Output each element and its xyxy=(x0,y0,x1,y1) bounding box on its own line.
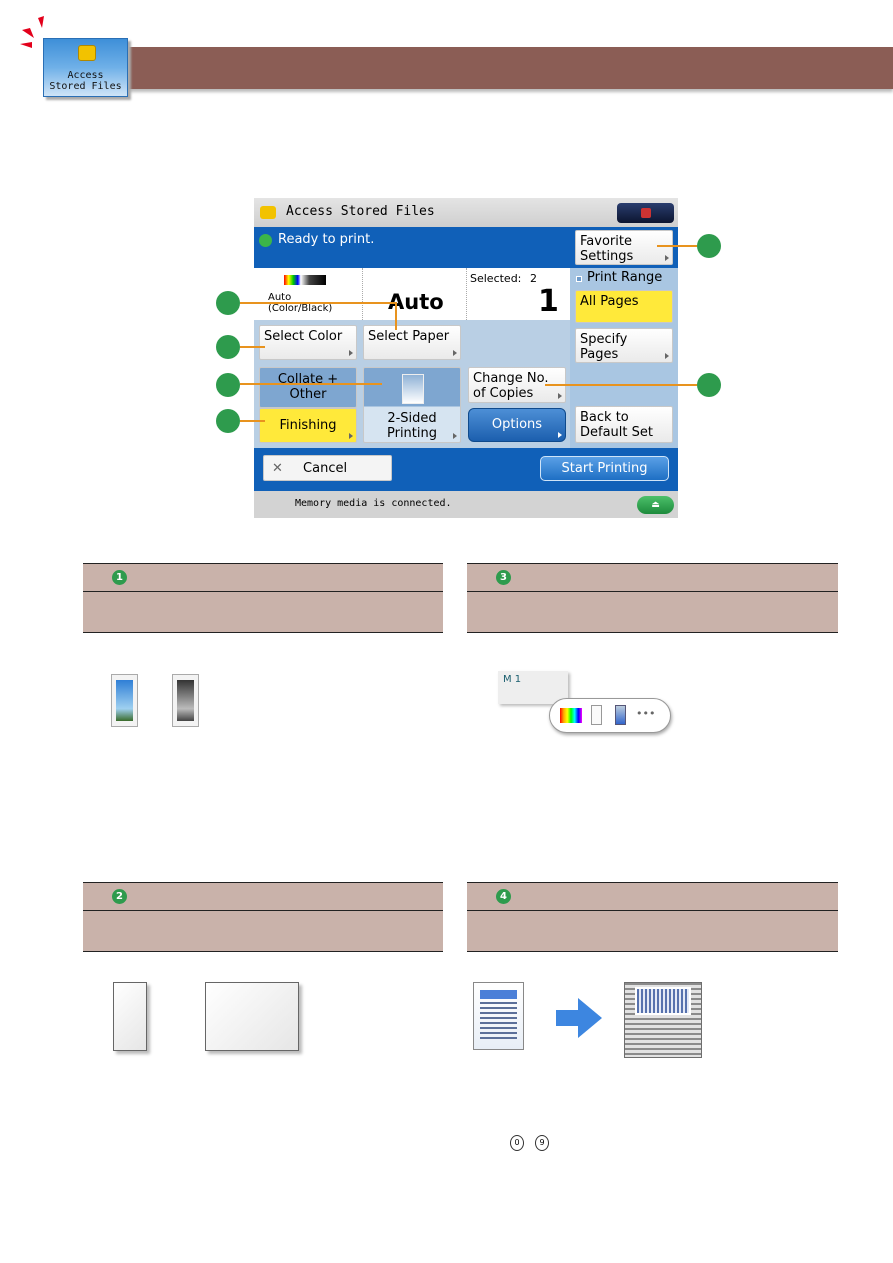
mode-popup: ••• xyxy=(549,698,671,733)
more-icon: ••• xyxy=(636,707,656,720)
label: Back to xyxy=(580,410,629,425)
callout-marker xyxy=(216,373,240,397)
label: of Copies xyxy=(473,386,534,401)
specify-pages-button[interactable]: Specify Pages xyxy=(575,328,673,363)
stored-files-icon xyxy=(260,206,276,219)
status-monitor-button[interactable] xyxy=(617,203,674,223)
divider xyxy=(466,268,467,320)
select-color-button[interactable]: Select Color xyxy=(259,325,357,360)
back-to-default-button[interactable]: Back to Default Set xyxy=(575,406,673,443)
screen-title: Access Stored Files xyxy=(286,204,435,219)
selected-count: 2 xyxy=(530,272,537,285)
callout-marker xyxy=(697,234,721,258)
finishing-button[interactable]: Finishing xyxy=(259,408,357,443)
section-4-table: 4 xyxy=(467,882,838,952)
label: Select Color xyxy=(264,329,343,344)
black-photo-icon xyxy=(172,674,199,727)
leader-line xyxy=(240,383,382,385)
divider xyxy=(362,268,363,320)
two-sided-page-icon xyxy=(402,374,424,404)
color-black-icon xyxy=(284,275,326,285)
footer-status: Memory media is connected. xyxy=(295,498,452,509)
access-stored-files-tile: Access Stored Files xyxy=(43,38,128,97)
arrow-right-icon xyxy=(556,998,604,1042)
color-photo-icon xyxy=(111,674,138,727)
tile-label: Access xyxy=(67,70,104,81)
label: Finishing xyxy=(279,418,337,433)
numeric-key-0-icon: 0 xyxy=(510,1135,524,1151)
paper-icon xyxy=(591,705,602,725)
label: (Color/Black) xyxy=(268,303,333,314)
callout-marker xyxy=(216,335,240,359)
label: Start Printing xyxy=(561,461,648,476)
section-number: 1 xyxy=(112,570,127,585)
label: Settings xyxy=(580,249,634,264)
label: Specify xyxy=(580,332,628,347)
label: M 1 xyxy=(503,674,522,685)
print-range-label: Print Range xyxy=(587,270,663,285)
bullet-icon xyxy=(576,276,582,282)
settings-summary: Auto (Color/Black) Auto Selected: 2 1 xyxy=(254,268,570,320)
callout-marker xyxy=(216,291,240,315)
section-number: 2 xyxy=(112,889,127,904)
label: Default Set xyxy=(580,425,653,440)
leader-line xyxy=(395,302,397,330)
callout-marker xyxy=(216,409,240,433)
footer-status-bar: Memory media is connected. ⏏ xyxy=(254,491,678,518)
start-printing-button[interactable]: Start Printing xyxy=(540,456,669,481)
eject-button[interactable]: ⏏ xyxy=(637,496,674,514)
ready-icon xyxy=(259,234,272,247)
label: Favorite xyxy=(580,234,632,249)
leader-line xyxy=(545,384,697,386)
all-pages-button[interactable]: All Pages xyxy=(575,290,673,323)
user-icon xyxy=(615,705,626,725)
label: Pages xyxy=(580,347,619,362)
section-header-bar xyxy=(128,47,893,89)
landscape-page-icon xyxy=(205,982,299,1051)
leader-line xyxy=(240,420,265,422)
favorite-settings-button[interactable]: Favorite Settings xyxy=(575,230,673,265)
leader-line xyxy=(657,245,697,247)
callout-marker xyxy=(697,373,721,397)
touch-panel-screen: Access Stored Files Ready to print. Favo… xyxy=(254,198,678,518)
leader-line xyxy=(240,346,265,348)
cancel-button[interactable]: ✕ Cancel xyxy=(263,455,392,481)
label: All Pages xyxy=(580,294,639,309)
label: Printing xyxy=(386,426,437,441)
label: 2-Sided xyxy=(387,411,437,426)
stored-files-icon xyxy=(78,45,96,61)
document-icon xyxy=(473,982,524,1050)
leader-line xyxy=(240,302,397,304)
portrait-page-icon xyxy=(113,982,147,1051)
two-sided-printing-button[interactable]: 2-Sided Printing xyxy=(363,367,461,443)
label: Select Paper xyxy=(368,329,450,344)
section-number: 4 xyxy=(496,889,511,904)
status-message: Ready to print. xyxy=(278,232,375,247)
tile-label: Stored Files xyxy=(49,81,122,92)
section-1-table: 1 xyxy=(83,563,443,633)
label: Cancel xyxy=(303,461,348,476)
options-button[interactable]: Options xyxy=(468,408,566,442)
collate-other-button[interactable]: Collate + Other xyxy=(259,367,357,408)
cube-icon xyxy=(641,208,651,218)
label: Other xyxy=(289,387,327,402)
selected-label: Selected: xyxy=(470,272,522,285)
color-palette-icon xyxy=(560,708,582,723)
section-number: 3 xyxy=(496,570,511,585)
title-bar: Access Stored Files xyxy=(254,198,678,227)
section-3-table: 3 xyxy=(467,563,838,633)
label: Options xyxy=(491,417,543,432)
close-icon: ✕ xyxy=(272,461,283,476)
section-2-table: 2 xyxy=(83,882,443,952)
copies-count: 1 xyxy=(538,284,559,319)
select-paper-button[interactable]: Select Paper xyxy=(363,325,461,360)
copies-stack-icon xyxy=(624,982,702,1058)
numeric-key-9-icon: 9 xyxy=(535,1135,549,1151)
